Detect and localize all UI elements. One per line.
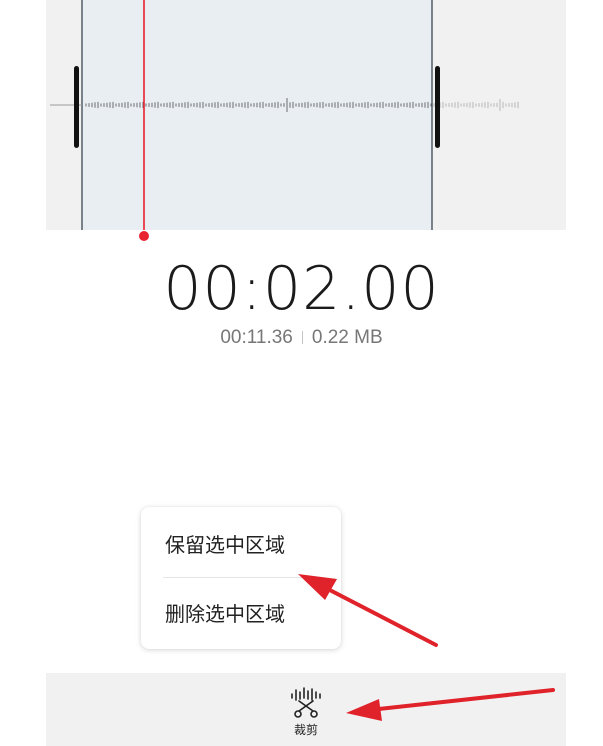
waveform-panel[interactable] — [46, 0, 566, 230]
menu-divider — [163, 577, 319, 578]
selection-left-handle — [74, 66, 79, 148]
trim-options-menu: 保留选中区域 删除选中区域 — [141, 507, 341, 649]
trim-label: 裁剪 — [293, 723, 318, 737]
file-size: 0.22 MB — [311, 327, 383, 348]
playhead-handle[interactable] — [139, 231, 149, 241]
trim-button[interactable]: 裁剪 — [276, 685, 336, 743]
bottom-toolbar: 裁剪 — [46, 673, 566, 746]
total-duration: 00:11.36 — [220, 327, 293, 348]
current-time: 00:02.00 — [163, 254, 440, 324]
waveform — [50, 0, 519, 230]
selection-region — [82, 0, 432, 230]
recording-info: 00:11.36 0.22 MB — [0, 326, 603, 350]
info-separator — [301, 331, 303, 344]
scissors-waveform-icon — [291, 687, 321, 718]
keep-selection-item[interactable]: 保留选中区域 — [165, 530, 335, 560]
delete-selection-item[interactable]: 删除选中区域 — [165, 599, 335, 629]
selection-right-handle — [435, 66, 440, 148]
